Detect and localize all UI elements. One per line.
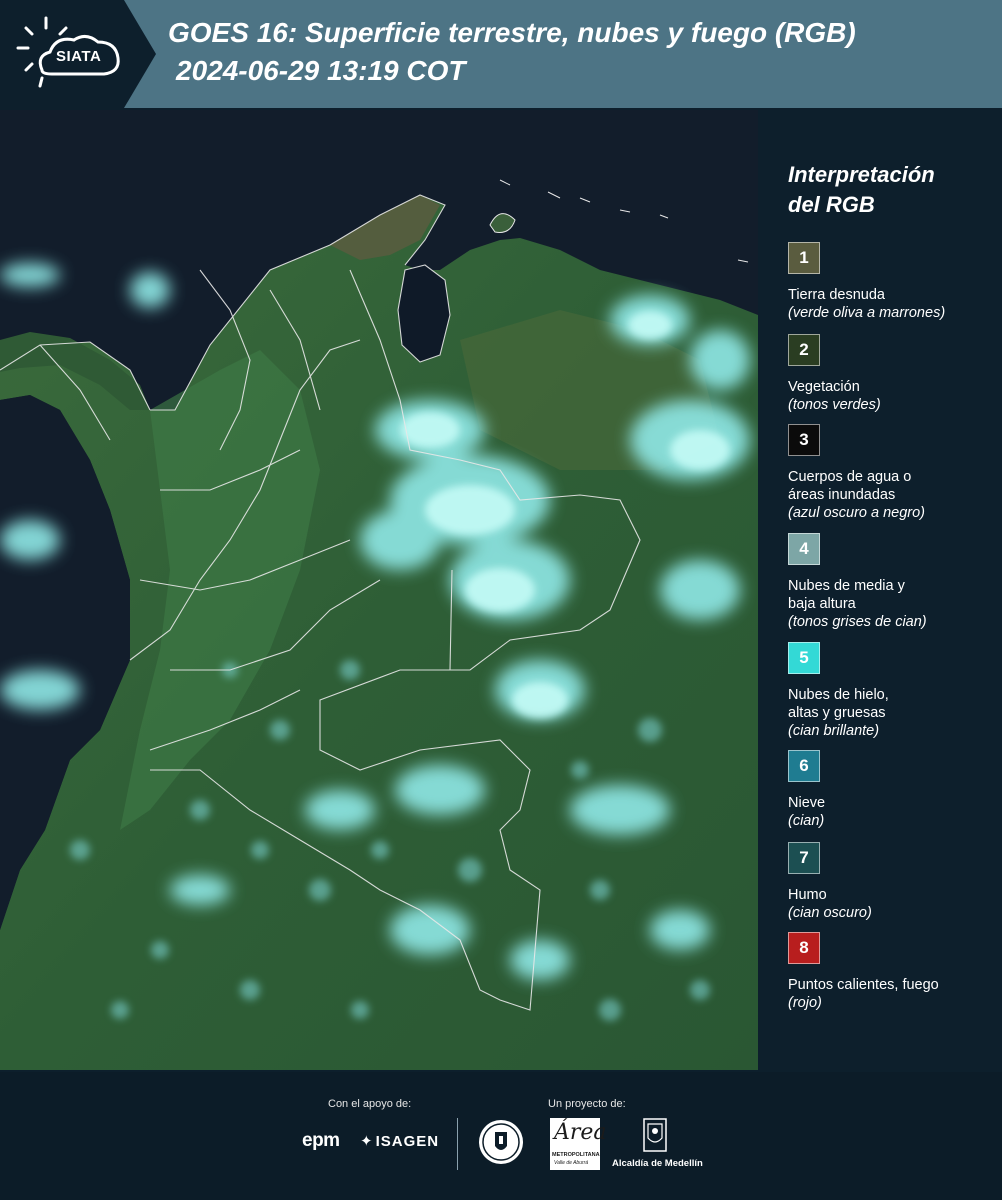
legend-label: Nubes de hielo, altas y gruesas (788, 686, 993, 722)
title-line2: 2024-06-29 13:19 COT (176, 55, 466, 86)
satellite-map[interactable] (0, 110, 758, 1070)
legend-label-line1: Cuerpos de agua o (788, 469, 912, 485)
legend-sub: (tonos verdes) (788, 397, 881, 413)
legend-label: Tierra desnuda (788, 287, 885, 303)
area-metropolitana-logo: Área METROPOLITANA Valle de Aburrá (550, 1118, 607, 1170)
legend-label: Cuerpos de agua o áreas inundadas (788, 468, 993, 504)
area-logo-line1: METROPOLITANA (552, 1152, 600, 1158)
siata-logo-text: SIATA (56, 48, 102, 65)
title-line1: GOES 16: Superficie terrestre, nubes y f… (168, 17, 856, 48)
legend-swatch: 2 (788, 334, 820, 366)
legend-label: Nubes de media y baja altura (788, 577, 993, 613)
legend-item-smoke: 7 Humo (cian oscuro) (788, 842, 993, 922)
legend-title-line2: del RGB (788, 192, 875, 217)
legend-swatch: 6 (788, 750, 820, 782)
footer-divider (457, 1118, 458, 1170)
medellin-crest-icon (643, 1118, 667, 1152)
legend-label: Humo (788, 887, 827, 903)
legend-label: Nieve (788, 795, 826, 811)
legend: Interpretación del RGB 1 Tierra desnuda … (788, 160, 993, 1011)
legend-sub: (cian oscuro) (788, 905, 872, 921)
legend-swatch: 1 (788, 242, 820, 274)
legend-sub: (verde oliva a marrones) (788, 305, 946, 321)
legend-swatch: 8 (788, 932, 820, 964)
legend-swatch: 4 (788, 533, 820, 565)
legend-swatch: 3 (788, 424, 820, 456)
support-label: Con el apoyo de: (328, 1098, 412, 1110)
legend-label-line2: áreas inundadas (788, 487, 896, 503)
legend-label: Vegetación (788, 379, 860, 395)
project-label: Un proyecto de: (548, 1098, 626, 1110)
epm-logo: epm (302, 1130, 340, 1151)
legend-swatch: 5 (788, 642, 820, 674)
legend-label-line1: Nubes de hielo, (788, 687, 889, 703)
area-logo-main: Área (554, 1120, 607, 1145)
footer: Con el apoyo de: Un proyecto de: epm ✦ IS… (0, 1072, 1002, 1200)
medellin-logo-text: Alcaldía de Medellín (612, 1158, 703, 1169)
legend-sub: (cian) (788, 813, 825, 829)
isagen-logo: ✦ ISAGEN (360, 1132, 439, 1150)
legend-item-low-clouds: 4 Nubes de media y baja altura (tonos gr… (788, 533, 993, 631)
isagen-icon: ✦ (360, 1133, 374, 1150)
legend-sub: (azul oscuro a negro) (788, 505, 926, 521)
legend-label: Puntos calientes, fuego (788, 977, 939, 993)
legend-item-vegetation: 2 Vegetación (tonos verdes) (788, 334, 993, 414)
legend-sub: (rojo) (788, 995, 822, 1011)
header: SIATA GOES 16: Superficie terrestre, nub… (0, 0, 1002, 108)
page-title: GOES 16: Superficie terrestre, nubes y f… (168, 14, 998, 90)
legend-swatch: 7 (788, 842, 820, 874)
area-logo-line2: Valle de Aburrá (554, 1160, 589, 1166)
legend-label-line2: baja altura (788, 596, 856, 612)
legend-sub: (tonos grises de cian) (788, 614, 927, 630)
siata-logo: SIATA (0, 0, 160, 108)
legend-item-ice-clouds: 5 Nubes de hielo, altas y gruesas (cian … (788, 642, 993, 740)
legend-title-line1: Interpretación (788, 162, 935, 187)
legend-label-line1: Nubes de media y (788, 578, 905, 594)
legend-label-line2: altas y gruesas (788, 705, 886, 721)
legend-sub: (cian brillante) (788, 723, 880, 739)
satellite-map-image (0, 110, 758, 1070)
legend-item-hotspots: 8 Puntos calientes, fuego (rojo) (788, 932, 993, 1012)
legend-item-snow: 6 Nieve (cian) (788, 750, 993, 830)
legend-item-bare-land: 1 Tierra desnuda (verde oliva a marrones… (788, 242, 993, 322)
antioquia-seal-icon (479, 1120, 523, 1164)
legend-item-water: 3 Cuerpos de agua o áreas inundadas (azu… (788, 424, 993, 522)
isagen-text: ISAGEN (375, 1133, 440, 1150)
legend-title: Interpretación del RGB (788, 160, 993, 220)
